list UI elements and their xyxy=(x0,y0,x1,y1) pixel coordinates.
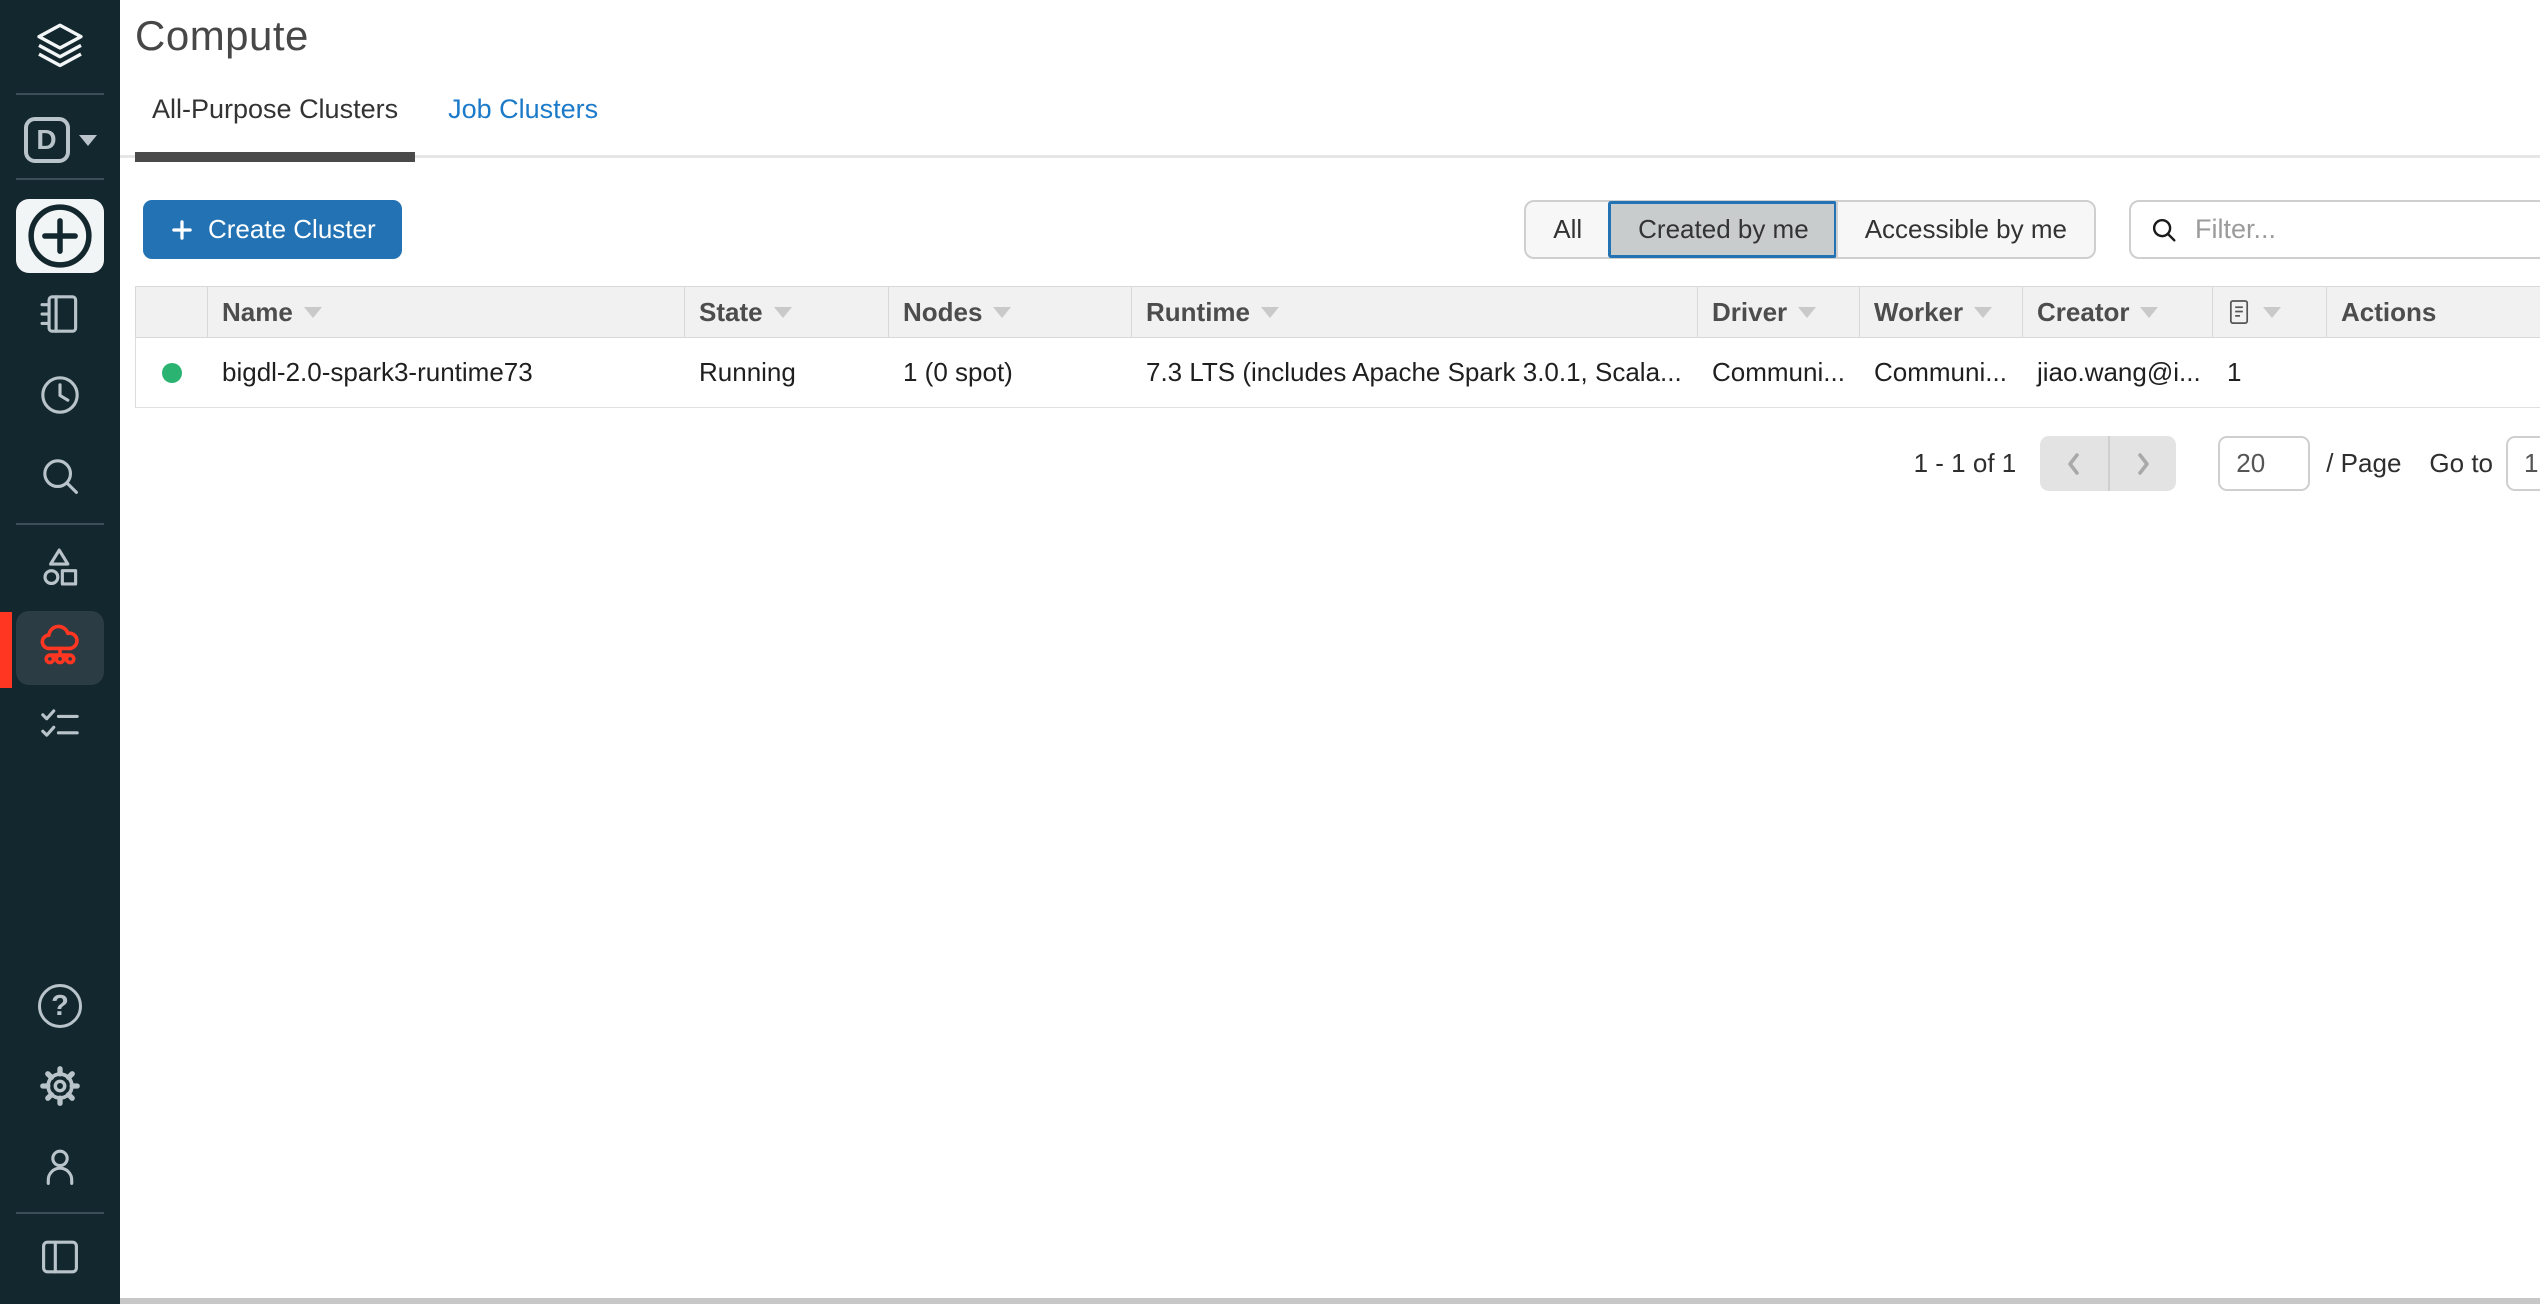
clock-icon xyxy=(35,370,85,420)
gear-icon xyxy=(35,1061,85,1111)
cluster-state-cell: Running xyxy=(685,357,889,388)
create-cluster-label: Create Cluster xyxy=(208,214,376,245)
next-page-button[interactable] xyxy=(2108,436,2176,491)
pagination: 1 - 1 of 1 / Page Go to xyxy=(120,436,2540,491)
column-header-name[interactable]: Name xyxy=(208,287,685,337)
page-size-input[interactable] xyxy=(2218,436,2310,491)
previous-page-button[interactable] xyxy=(2040,436,2108,491)
databricks-logo-icon[interactable] xyxy=(32,20,88,76)
cluster-creator-cell: jiao.wang@i... xyxy=(2023,357,2213,388)
per-page-label: / Page xyxy=(2326,448,2401,479)
plus-icon xyxy=(169,217,195,243)
column-header-driver[interactable]: Driver xyxy=(1698,287,1860,337)
sidebar-item-recents[interactable] xyxy=(35,370,85,420)
cluster-nodes-cell: 1 (0 spot) xyxy=(889,357,1132,388)
chevron-left-icon xyxy=(2063,451,2085,477)
sidebar-divider xyxy=(16,93,104,95)
filter-created-by-me-button[interactable]: Created by me xyxy=(1609,202,1836,257)
sidebar-item-compute[interactable] xyxy=(16,611,104,685)
chevron-right-icon xyxy=(2132,451,2154,477)
sort-caret-icon xyxy=(2140,307,2158,318)
sort-caret-icon xyxy=(304,307,322,318)
sort-caret-icon xyxy=(993,307,1011,318)
workspace-initial: D xyxy=(24,117,70,163)
sort-caret-icon xyxy=(774,307,792,318)
filter-search-box xyxy=(2129,200,2540,259)
panel-toggle-icon xyxy=(35,1232,85,1282)
sidebar-item-help[interactable]: ? xyxy=(35,981,85,1031)
person-icon xyxy=(35,1142,85,1192)
goto-label: Go to xyxy=(2429,448,2493,479)
active-item-indicator xyxy=(0,612,12,688)
sidebar-divider xyxy=(16,178,104,180)
column-header-creator[interactable]: Creator xyxy=(2023,287,2213,337)
cluster-name-cell[interactable]: bigdl-2.0-spark3-runtime73 xyxy=(208,357,685,388)
workspace-switcher[interactable]: D xyxy=(24,112,97,168)
shapes-icon xyxy=(35,543,85,593)
cluster-runtime-cell: 7.3 LTS (includes Apache Spark 3.0.1, Sc… xyxy=(1132,357,1698,388)
column-header-worker[interactable]: Worker xyxy=(1860,287,2023,337)
compute-cluster-icon xyxy=(35,623,85,673)
filter-all-button[interactable]: All xyxy=(1526,202,1609,257)
horizontal-scrollbar[interactable] xyxy=(120,1298,2540,1304)
sort-caret-icon xyxy=(1974,307,1992,318)
sidebar-item-settings[interactable] xyxy=(35,1061,85,1111)
plus-circle-icon xyxy=(16,192,104,280)
goto-page-input[interactable] xyxy=(2506,436,2540,491)
pager-buttons xyxy=(2040,436,2176,491)
cluster-notebooks-cell: 1 xyxy=(2213,357,2327,388)
main-content: Compute All-Purpose Clusters Job Cluster… xyxy=(120,0,2540,1304)
sidebar-divider xyxy=(16,1212,104,1214)
sidebar-item-search[interactable] xyxy=(35,451,85,501)
page-title: Compute xyxy=(135,12,2540,60)
column-header-actions: Actions xyxy=(2327,287,2540,337)
filter-accessible-by-me-button[interactable]: Accessible by me xyxy=(1836,202,2094,257)
sidebar-divider xyxy=(16,523,104,525)
column-header-runtime[interactable]: Runtime xyxy=(1132,287,1698,337)
column-header-state[interactable]: State xyxy=(685,287,889,337)
tab-job-clusters[interactable]: Job Clusters xyxy=(431,94,615,155)
filter-input[interactable] xyxy=(2193,213,2540,246)
help-icon: ? xyxy=(38,984,82,1028)
sort-caret-icon xyxy=(2263,307,2281,318)
search-icon xyxy=(2149,215,2179,245)
column-header-notebooks[interactable] xyxy=(2213,287,2327,337)
document-icon xyxy=(2227,298,2252,327)
chevron-down-icon xyxy=(79,135,97,146)
checklist-icon xyxy=(35,700,85,750)
toolbar: Create Cluster All Created by me Accessi… xyxy=(143,200,2525,259)
cluster-worker-cell: Communi... xyxy=(1860,357,2023,388)
tab-bar: All-Purpose Clusters Job Clusters xyxy=(120,94,2540,158)
sidebar-item-data[interactable] xyxy=(35,543,85,593)
pagination-range: 1 - 1 of 1 xyxy=(1914,448,2017,479)
search-icon xyxy=(35,451,85,501)
clusters-table: Name State Nodes Runtime Driver Worker C… xyxy=(135,286,2540,408)
sidebar: D xyxy=(0,0,120,1304)
sort-caret-icon xyxy=(1261,307,1279,318)
sidebar-item-create[interactable] xyxy=(16,199,104,273)
column-header-nodes[interactable]: Nodes xyxy=(889,287,1132,337)
running-status-icon xyxy=(162,363,182,383)
tab-all-purpose-clusters[interactable]: All-Purpose Clusters xyxy=(135,94,415,155)
sort-caret-icon xyxy=(1798,307,1816,318)
sidebar-toggle[interactable] xyxy=(35,1232,85,1282)
column-header-status xyxy=(136,287,208,337)
sidebar-item-account[interactable] xyxy=(35,1142,85,1192)
cluster-status-cell xyxy=(136,363,208,383)
notebook-icon xyxy=(35,289,85,339)
sidebar-item-workspace[interactable] xyxy=(35,289,85,339)
table-row[interactable]: bigdl-2.0-spark3-runtime73 Running 1 (0 … xyxy=(135,338,2540,408)
sidebar-item-jobs[interactable] xyxy=(35,700,85,750)
table-header-row: Name State Nodes Runtime Driver Worker C… xyxy=(135,286,2540,338)
ownership-filter-group: All Created by me Accessible by me xyxy=(1524,200,2096,259)
create-cluster-button[interactable]: Create Cluster xyxy=(143,200,402,259)
cluster-driver-cell: Communi... xyxy=(1698,357,1860,388)
